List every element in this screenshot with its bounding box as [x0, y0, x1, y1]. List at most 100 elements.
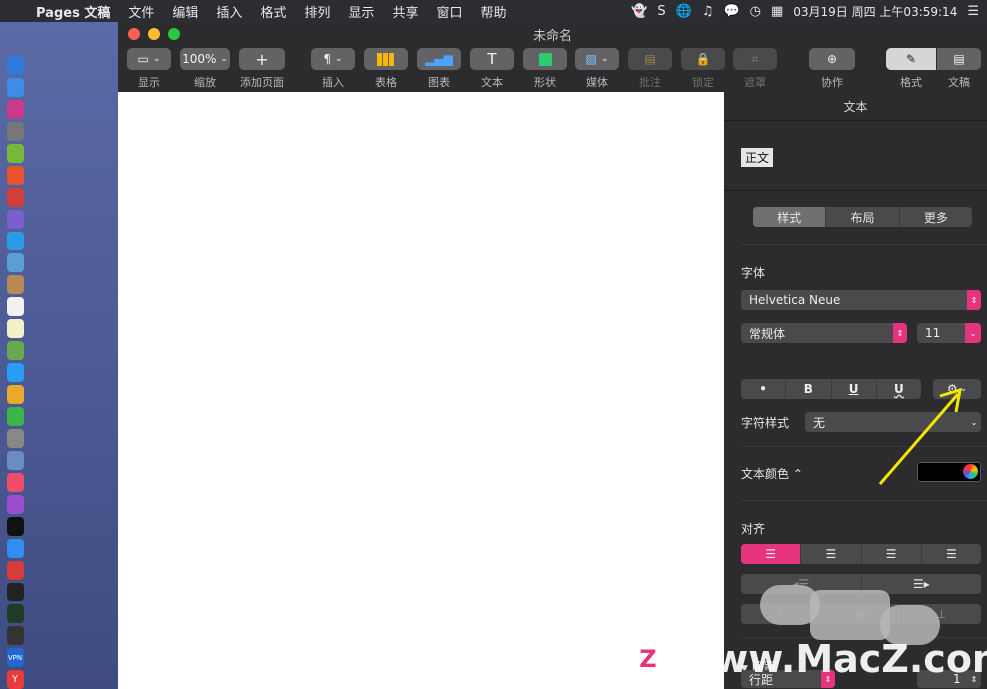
chrome-icon[interactable] — [6, 165, 24, 185]
photos-icon[interactable] — [6, 385, 24, 404]
comment-label: 批注 — [639, 76, 661, 89]
font-size-field[interactable]: 11 ⌄ — [917, 323, 981, 343]
menu-share[interactable]: 共享 — [392, 2, 418, 21]
document-button[interactable]: ▤ — [937, 48, 981, 70]
android-icon[interactable] — [6, 143, 24, 163]
appletv-icon[interactable] — [6, 516, 24, 536]
tab-layout[interactable]: 布局 — [826, 207, 900, 227]
app-red-icon[interactable] — [6, 187, 24, 207]
preview-icon[interactable] — [6, 253, 24, 273]
messages-icon[interactable] — [6, 363, 24, 383]
format-button[interactable]: ✎ — [886, 48, 936, 70]
insert-button[interactable]: ¶ ⌄ — [311, 48, 355, 70]
time-machine-icon[interactable]: ◷ — [750, 4, 761, 19]
divider — [741, 500, 987, 501]
sidebar-icon: ▭ — [137, 52, 149, 66]
maps-icon[interactable] — [6, 341, 24, 361]
inspector-title: 文本 — [843, 100, 868, 114]
chevron-down-icon[interactable]: ⌄ — [965, 323, 981, 343]
calendar-icon[interactable]: ▦ — [771, 4, 783, 19]
menu-insert[interactable]: 插入 — [216, 2, 242, 21]
text-button[interactable]: T — [470, 48, 514, 70]
menu-arrange[interactable]: 排列 — [304, 2, 330, 21]
align-justify-button[interactable]: ☰ — [922, 544, 981, 564]
menu-extras-icon[interactable]: ☰ — [967, 4, 979, 19]
close-button[interactable] — [128, 28, 140, 40]
console-icon[interactable] — [6, 626, 24, 646]
menu-help[interactable]: 帮助 — [480, 2, 506, 21]
launchpad-icon[interactable] — [6, 121, 24, 141]
add-person-icon: ⊕ — [826, 52, 838, 66]
menu-bar: Pages 文稿 文件 编辑 插入 格式 排列 显示 共享 窗口 帮助 👻 S … — [0, 0, 987, 22]
zoom-button[interactable]: 100% ⌄ — [180, 48, 230, 70]
document-canvas[interactable] — [118, 92, 724, 689]
music-icon[interactable]: ♫ — [702, 4, 714, 19]
table-button[interactable] — [364, 48, 408, 70]
pilcrow-icon: ¶ — [323, 52, 332, 66]
format-control: ✎ 格式 — [886, 48, 936, 90]
system-prefs-icon[interactable] — [6, 428, 24, 448]
insert-control: ¶ ⌄ 插入 — [311, 48, 355, 90]
view-button[interactable]: ▭ ⌄ — [127, 48, 171, 70]
ghost-icon[interactable]: 👻 — [631, 4, 647, 19]
finder-icon[interactable] — [6, 56, 24, 75]
text-color-label[interactable]: 文本颜色 ⌃ — [741, 465, 803, 482]
music-app-icon[interactable] — [6, 472, 24, 492]
minimize-button[interactable] — [148, 28, 160, 40]
font-family-select[interactable]: Helvetica Neue ⇕ — [741, 290, 981, 310]
title-bar[interactable]: 未命名 — [118, 22, 987, 46]
sogou-icon[interactable]: S — [657, 4, 665, 19]
facetime-icon[interactable] — [6, 407, 24, 426]
safari-icon[interactable] — [6, 77, 24, 97]
menu-view[interactable]: 显示 — [348, 2, 374, 21]
zoom-value: 100% — [182, 52, 217, 66]
align-left-button[interactable]: ☰ — [741, 544, 802, 564]
bullet-button[interactable]: • — [741, 379, 787, 399]
terminal-icon[interactable] — [6, 582, 24, 602]
format-label: 格式 — [900, 76, 922, 89]
collaborate-label: 协作 — [821, 76, 843, 89]
podcasts-icon[interactable] — [6, 494, 24, 514]
bold-button[interactable]: B — [786, 379, 832, 399]
menu-file[interactable]: 文件 — [128, 2, 154, 21]
align-center-button[interactable]: ☰ — [801, 544, 862, 564]
keynote-icon[interactable] — [6, 450, 24, 470]
align-right-button[interactable]: ☰ — [862, 544, 922, 564]
yandex-icon[interactable]: Y — [6, 670, 24, 689]
comment-button[interactable]: ▤ — [628, 48, 672, 70]
traffic-lights — [128, 28, 180, 40]
appstore-icon[interactable] — [6, 538, 24, 558]
vpn-icon[interactable]: VPN — [6, 648, 24, 668]
vivaldi-icon[interactable] — [6, 560, 24, 580]
paragraph-style-button[interactable]: 正文 — [741, 148, 774, 167]
tab-style[interactable]: 样式 — [753, 207, 827, 227]
notes-icon[interactable] — [6, 319, 24, 339]
tab-more[interactable]: 更多 — [900, 207, 972, 227]
collaborate-button[interactable]: ⊕ — [809, 48, 855, 70]
app-menu[interactable]: Pages 文稿 — [36, 2, 110, 21]
app-blue-icon[interactable] — [6, 231, 24, 251]
font-typeface-select[interactable]: 常规体 ⇕ — [741, 323, 907, 343]
menu-format[interactable]: 格式 — [260, 2, 286, 21]
app-purple-icon[interactable] — [6, 209, 24, 229]
updown-icon: ⇕ — [893, 323, 907, 343]
contacts-icon[interactable] — [6, 275, 24, 295]
activity-monitor-icon[interactable] — [6, 604, 24, 624]
add-page-button[interactable]: + — [239, 48, 285, 70]
notification-icon[interactable]: 💬 — [723, 4, 739, 19]
maximize-button[interactable] — [168, 28, 180, 40]
calendar-app-icon[interactable] — [6, 297, 24, 317]
chart-button[interactable]: ▂▄▆ — [417, 48, 461, 70]
globe-icon[interactable]: 🌐 — [676, 4, 692, 19]
zoom-label: 缩放 — [194, 76, 216, 89]
mask-button[interactable]: ⌗ — [733, 48, 777, 70]
menu-edit[interactable]: 编辑 — [172, 2, 198, 21]
media-button[interactable]: ▨ ⌄ — [575, 48, 619, 70]
menu-window[interactable]: 窗口 — [436, 2, 462, 21]
menubar-clock[interactable]: 03月19日 周四 上午03:59:14 — [793, 3, 957, 20]
divider — [724, 190, 987, 191]
media-label: 媒体 — [586, 76, 608, 89]
siri-icon[interactable] — [6, 99, 24, 119]
lock-button[interactable]: 🔒 — [681, 48, 725, 70]
shape-button[interactable] — [523, 48, 567, 70]
